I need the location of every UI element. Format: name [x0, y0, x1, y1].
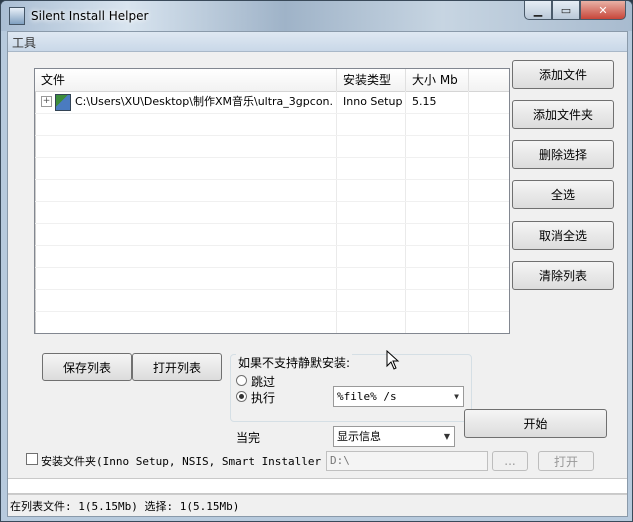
- mouse-cursor-icon: [386, 350, 400, 370]
- list-header: 文件 安装类型 大小 Mb: [35, 69, 509, 92]
- close-button[interactable]: ✕: [580, 1, 626, 20]
- menu-tools[interactable]: 工具: [12, 34, 36, 51]
- row-file-path: C:\Users\XU\Desktop\制作XM音乐\ultra_3gpcon.…: [75, 95, 333, 108]
- empty-row: [35, 267, 509, 290]
- app-icon: [9, 7, 25, 25]
- file-list[interactable]: 文件 安装类型 大小 Mb + C:\Users\XU\Desktop\制作XM…: [34, 68, 510, 334]
- installer-file-icon: [55, 94, 71, 111]
- empty-row: [35, 179, 509, 202]
- open-list-button[interactable]: 打开列表: [132, 353, 222, 381]
- table-row[interactable]: + C:\Users\XU\Desktop\制作XM音乐\ultra_3gpco…: [35, 91, 509, 114]
- install-folder-path[interactable]: D:\: [326, 451, 488, 471]
- execute-radio[interactable]: [236, 391, 247, 402]
- main-window: Silent Install Helper ▁ ▭ ✕ 工具 文件 安装类型 大…: [0, 0, 633, 522]
- skip-radio[interactable]: [236, 375, 247, 386]
- install-folder-checkbox[interactable]: [26, 453, 38, 465]
- add-folder-button[interactable]: 添加文件夹: [512, 100, 614, 129]
- row-size: 5.15: [412, 95, 437, 108]
- caption-buttons: ▁ ▭ ✕: [524, 1, 626, 21]
- empty-row: [35, 201, 509, 224]
- deselect-all-button[interactable]: 取消全选: [512, 221, 614, 250]
- empty-row: [35, 113, 509, 136]
- empty-row: [35, 157, 509, 180]
- row-install-type: Inno Setup: [343, 95, 403, 108]
- minimize-button[interactable]: ▁: [524, 1, 552, 20]
- window-title: Silent Install Helper: [31, 9, 149, 23]
- open-folder-button[interactable]: 打开: [538, 451, 594, 471]
- expand-icon[interactable]: +: [41, 96, 52, 107]
- status-text: 在列表文件: 1(5.15Mb) 选择: 1(5.15Mb): [10, 500, 240, 513]
- skip-label[interactable]: 跳过: [251, 373, 275, 390]
- execute-label[interactable]: 执行: [251, 389, 275, 406]
- browse-button[interactable]: ...: [492, 451, 528, 471]
- empty-row: [35, 135, 509, 158]
- fallback-group-title: 如果不支持静默安装:: [236, 354, 353, 371]
- empty-row: [35, 245, 509, 268]
- status-bar: 在列表文件: 1(5.15Mb) 选择: 1(5.15Mb): [8, 494, 627, 515]
- empty-row: [35, 289, 509, 312]
- save-list-button[interactable]: 保存列表: [42, 353, 132, 381]
- menu-bar: 工具: [8, 32, 627, 52]
- maximize-button[interactable]: ▭: [552, 1, 580, 20]
- add-file-button[interactable]: 添加文件: [512, 60, 614, 89]
- install-folder-label[interactable]: 安装文件夹(Inno Setup, NSIS, Smart Installer,…: [41, 453, 323, 469]
- completion-value: 显示信息: [337, 430, 381, 443]
- empty-row: [35, 223, 509, 246]
- clear-list-button[interactable]: 清除列表: [512, 261, 614, 290]
- delete-selected-button[interactable]: 删除选择: [512, 140, 614, 169]
- start-button[interactable]: 开始: [464, 409, 607, 438]
- completion-label: 当完: [236, 431, 261, 445]
- client-area: 工具 文件 安装类型 大小 Mb + C:\Users\XU\Desktop\制…: [7, 31, 628, 517]
- progress-bar: [8, 478, 627, 494]
- select-all-button[interactable]: 全选: [512, 180, 614, 209]
- title-bar[interactable]: Silent Install Helper ▁ ▭ ✕: [1, 1, 632, 31]
- command-value: %file% /s: [337, 390, 397, 403]
- column-file[interactable]: 文件: [35, 69, 337, 91]
- column-install-type[interactable]: 安装类型: [337, 69, 406, 91]
- chevron-down-icon: ▼: [443, 432, 450, 441]
- chevron-down-icon: ▼: [454, 392, 459, 401]
- command-combo[interactable]: %file% /s ▼: [333, 386, 464, 407]
- column-size[interactable]: 大小 Mb: [406, 69, 469, 91]
- completion-combo[interactable]: 显示信息 ▼: [333, 426, 455, 447]
